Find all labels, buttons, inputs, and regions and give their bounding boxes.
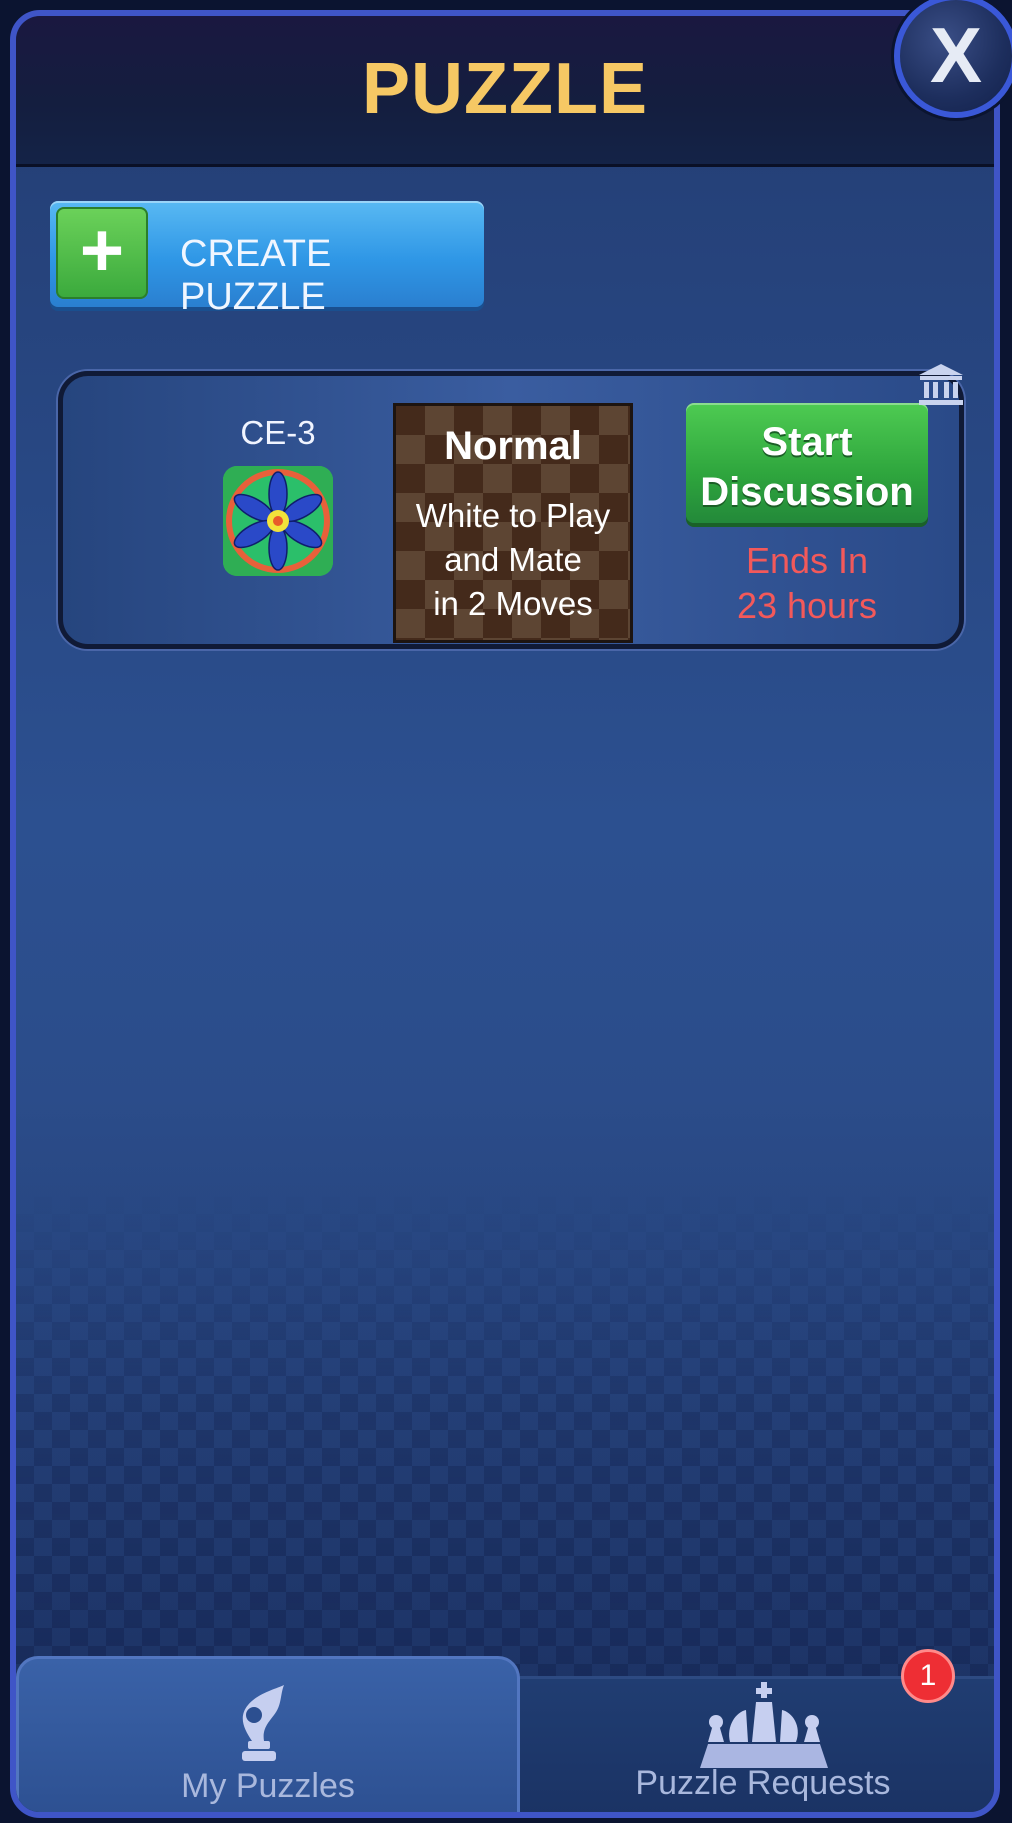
chess-pieces-icon [700,1682,828,1768]
create-puzzle-button[interactable]: + CREATE PUZZLE [50,201,484,318]
bottom-tab-bar: My Puzzles Puzzle Requests 1 [16,1649,994,1812]
ends-in-countdown: Ends In 23 hours [736,540,878,626]
puzzle-card: CE-3 Normal White to Play and Mate in 2 … [58,371,964,649]
notification-badge: 1 [901,1649,955,1703]
puzzle-mode-title: Normal [444,424,582,468]
tab-my-puzzles[interactable]: My Puzzles [16,1656,520,1812]
tab-label: My Puzzles [181,1767,355,1805]
avatar[interactable] [223,466,333,576]
tab-label: Puzzle Requests [635,1764,891,1802]
chess-board-preview[interactable]: Normal White to Play and Mate in 2 Moves [393,403,633,643]
start-discussion-label: Start Discussion [700,420,914,514]
close-button[interactable]: X [894,0,1012,118]
close-icon: X [929,11,983,99]
puzzle-dialog: PUZZLE + CREATE PUZZLE CE-3 Normal White… [10,10,1000,1818]
page-title: PUZZLE [362,49,648,129]
start-discussion-button[interactable]: Start Discussion [686,403,928,523]
create-puzzle-label: CREATE PUZZLE [180,233,332,318]
dialog-header: PUZZLE [16,16,994,167]
plus-symbol: + [79,208,125,293]
plus-icon: + [56,207,148,299]
museum-icon[interactable] [916,361,966,407]
puzzle-piece-icon [242,1685,284,1761]
player-name: CE-3 [240,414,316,451]
puzzle-description: White to Play and Mate in 2 Moves [415,497,611,622]
